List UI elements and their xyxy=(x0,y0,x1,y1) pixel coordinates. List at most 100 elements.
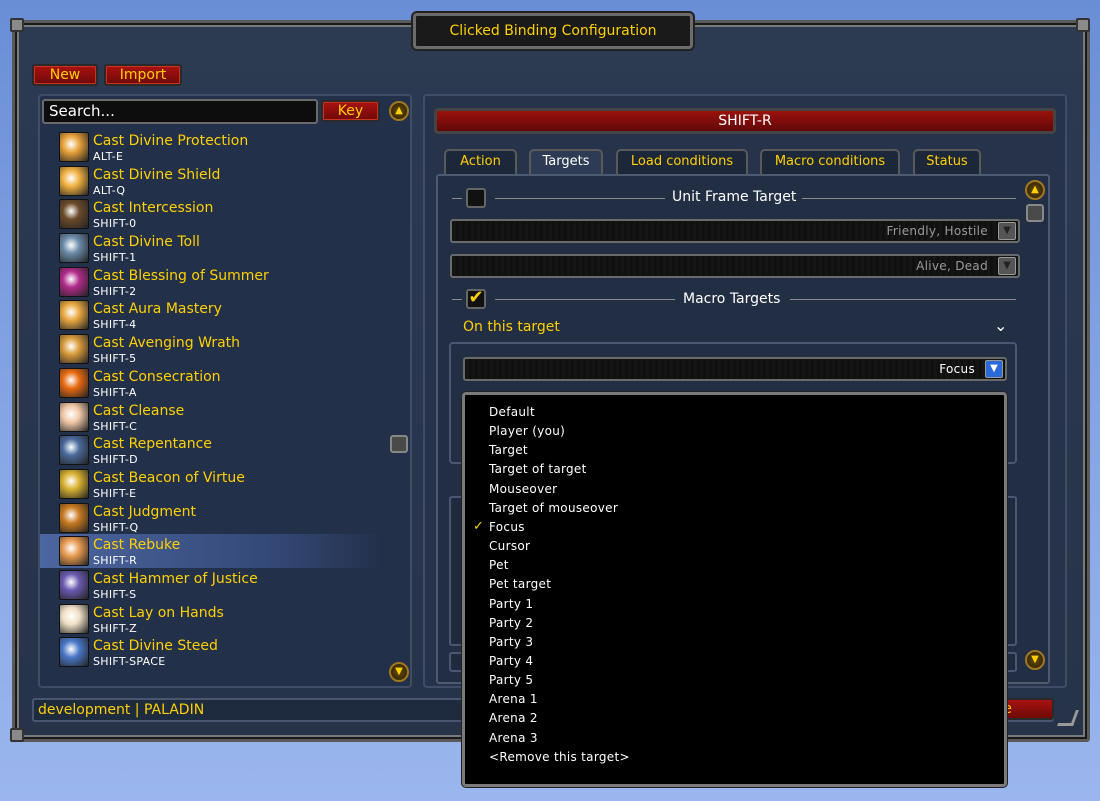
binding-key: SHIFT-1 xyxy=(93,251,137,265)
tab-macro-conditions[interactable]: Macro conditions xyxy=(760,149,900,174)
beacon-of-virtue-icon xyxy=(59,468,89,499)
menu-item[interactable]: Party 4 xyxy=(489,654,533,668)
macro-targets-label: Macro Targets xyxy=(683,291,781,307)
binding-name: Cast Cleanse xyxy=(93,402,185,419)
tab-load-conditions[interactable]: Load conditions xyxy=(616,149,748,174)
unit-frame-target-checkbox[interactable] xyxy=(466,188,486,208)
binding-list-item[interactable]: Cast Lay on Hands SHIFT-Z xyxy=(40,602,382,636)
tab-targets[interactable]: Targets xyxy=(529,149,603,176)
menu-item[interactable]: Target of target xyxy=(489,462,587,476)
divine-toll-icon xyxy=(59,233,89,264)
new-button[interactable]: New xyxy=(32,64,98,86)
binding-key: ALT-E xyxy=(93,150,124,163)
on-this-target-label[interactable]: On this target xyxy=(463,319,560,335)
divider xyxy=(452,198,462,199)
window-title[interactable]: Clicked Binding Configuration xyxy=(413,13,693,49)
binding-key: SHIFT-R xyxy=(93,554,138,568)
menu-item[interactable]: Pet target xyxy=(489,577,551,591)
menu-item[interactable]: Player (you) xyxy=(489,424,565,438)
menu-item[interactable]: Arena 2 xyxy=(489,711,538,725)
tab-action[interactable]: Action xyxy=(444,149,517,174)
cleanse-icon xyxy=(59,401,89,432)
chevron-down-icon[interactable]: ▼ xyxy=(998,222,1016,240)
binding-list-item[interactable]: Cast Intercession SHIFT-0 xyxy=(40,197,382,231)
binding-list-item[interactable]: Cast Judgment SHIFT-Q xyxy=(40,501,382,535)
judgment-icon xyxy=(59,502,89,533)
scroll-up-icon[interactable]: ▲ xyxy=(1025,180,1045,200)
hostility-dropdown[interactable]: Friendly, Hostile ▼ xyxy=(450,219,1020,243)
scroll-down-icon[interactable]: ▼ xyxy=(389,662,409,682)
scroll-thumb[interactable] xyxy=(1026,204,1044,222)
menu-item[interactable]: Default xyxy=(489,405,535,419)
menu-item[interactable]: Mouseover xyxy=(489,482,557,496)
target-unit-dropdown[interactable]: Focus ▼ xyxy=(463,357,1007,381)
binding-name: Cast Judgment xyxy=(93,503,196,520)
hammer-of-justice-icon xyxy=(59,569,89,600)
binding-list-item[interactable]: Cast Blessing of Summer SHIFT-2 xyxy=(40,265,382,299)
menu-item[interactable]: Party 3 xyxy=(489,635,533,649)
bindings-list: Cast Divine Protection ALT-E Cast Divine S… xyxy=(40,130,382,669)
menu-item[interactable]: Party 5 xyxy=(489,673,533,687)
key-filter-button[interactable]: Key xyxy=(321,100,380,122)
import-button[interactable]: Import xyxy=(104,64,182,86)
menu-item[interactable]: Arena 1 xyxy=(489,692,538,706)
binding-list-item[interactable]: Cast Consecration SHIFT-A xyxy=(40,366,382,400)
menu-item[interactable]: Party 2 xyxy=(489,616,533,630)
binding-list-item[interactable]: Cast Divine Toll SHIFT-1 xyxy=(40,231,382,265)
binding-key: SHIFT-4 xyxy=(93,318,137,332)
binding-key: SHIFT-0 xyxy=(93,217,137,231)
target-unit-value: Focus xyxy=(939,362,975,376)
menu-item[interactable]: <Remove this target> xyxy=(489,750,630,764)
chevron-down-icon[interactable]: ▼ xyxy=(998,257,1016,275)
binding-key: SHIFT-A xyxy=(93,385,137,399)
scroll-down-icon[interactable]: ▼ xyxy=(1025,650,1045,670)
vitals-value: Alive, Dead xyxy=(916,259,988,273)
search-input[interactable]: Search... xyxy=(42,99,318,124)
binding-list-item[interactable]: Cast Divine Protection ALT-E xyxy=(40,130,382,164)
binding-list-item[interactable]: Cast Divine Shield ALT-Q xyxy=(40,164,382,198)
binding-name: Cast Divine Toll xyxy=(93,234,200,251)
binding-list-item[interactable]: Cast Hammer of Justice SHIFT-S xyxy=(40,568,382,602)
bindings-scrollbar[interactable]: ▲ ▼ xyxy=(389,101,409,683)
binding-list-item[interactable]: Cast Cleanse SHIFT-C xyxy=(40,400,382,434)
macro-targets-checkbox[interactable]: ✔ xyxy=(466,289,486,309)
menu-item[interactable]: Party 1 xyxy=(489,597,533,611)
menu-item[interactable]: Target xyxy=(489,443,528,457)
binding-name: Cast Rebuke xyxy=(93,537,181,554)
divider xyxy=(452,299,462,300)
binding-key: SHIFT-Z xyxy=(93,621,137,635)
menu-item[interactable]: Focus xyxy=(489,520,525,534)
window-corner-ornament xyxy=(10,18,24,32)
vitals-dropdown[interactable]: Alive, Dead ▼ xyxy=(450,254,1020,278)
avenging-wrath-icon xyxy=(59,334,89,365)
binding-name: Cast Repentance xyxy=(93,436,212,453)
binding-key: SHIFT-SPACE xyxy=(93,655,166,669)
chevron-down-icon[interactable]: ⌄ xyxy=(994,316,1007,335)
menu-item[interactable]: Cursor xyxy=(489,539,530,553)
window-corner-ornament xyxy=(10,728,24,742)
binding-list-item[interactable]: Cast Avenging Wrath SHIFT-5 xyxy=(40,332,382,366)
targets-scrollbar[interactable]: ▲ ▼ xyxy=(1024,180,1046,670)
divine-protection-icon xyxy=(59,132,89,162)
menu-item[interactable]: Target of mouseover xyxy=(489,501,618,515)
binding-list-item[interactable]: Cast Repentance SHIFT-D xyxy=(40,433,382,467)
binding-list-item[interactable]: Cast Aura Mastery SHIFT-4 xyxy=(40,298,382,332)
tab-status[interactable]: Status xyxy=(913,149,981,174)
binding-list-item[interactable]: Cast Rebuke SHIFT-R xyxy=(40,534,382,568)
binding-name: Cast Blessing of Summer xyxy=(93,267,269,284)
binding-name: Cast Hammer of Justice xyxy=(93,570,258,587)
scroll-up-icon[interactable]: ▲ xyxy=(389,101,409,121)
binding-key: SHIFT-E xyxy=(93,486,137,500)
binding-name: Cast Avenging Wrath xyxy=(93,335,241,352)
menu-item[interactable]: Pet xyxy=(489,558,509,572)
chevron-down-icon[interactable]: ▼ xyxy=(985,360,1003,378)
scroll-thumb[interactable] xyxy=(390,435,408,453)
intercession-icon xyxy=(59,199,89,230)
divider xyxy=(802,198,1016,199)
menu-item[interactable]: Arena 3 xyxy=(489,731,538,745)
binding-list-item[interactable]: Cast Divine Steed SHIFT-SPACE xyxy=(40,635,382,669)
lay-on-hands-icon xyxy=(59,603,89,634)
binding-list-item[interactable]: Cast Beacon of Virtue SHIFT-E xyxy=(40,467,382,501)
binding-key: SHIFT-S xyxy=(93,587,137,601)
divine-shield-icon xyxy=(59,165,89,196)
